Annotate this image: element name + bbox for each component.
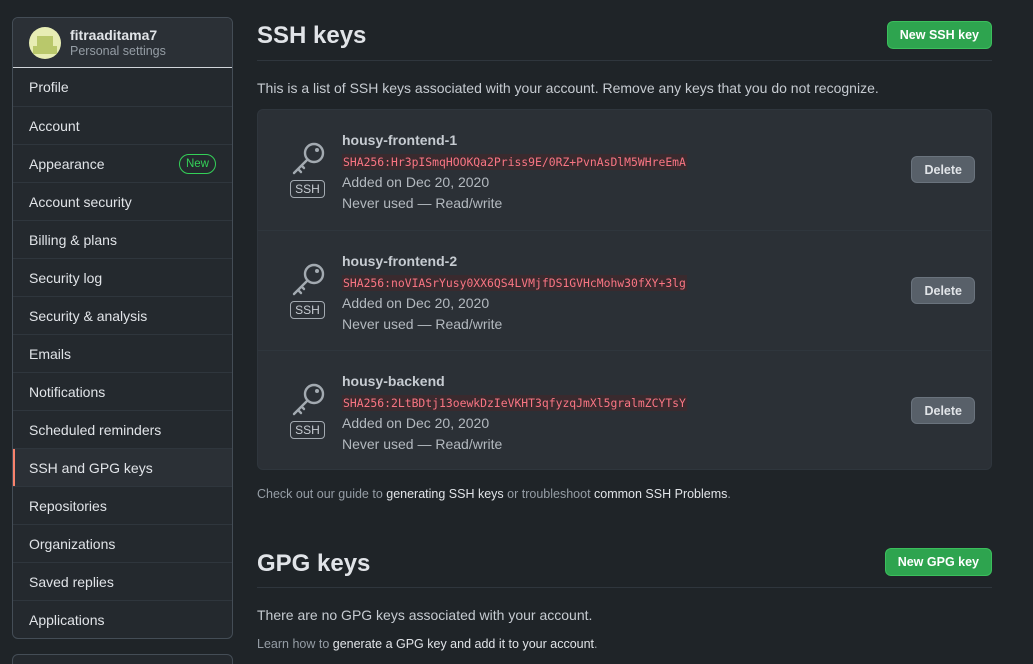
key-fingerprint: SHA256:Hr3pISmqHOOKQa2Priss9E/0RZ+PvnAsD…	[342, 154, 687, 170]
delete-key-button[interactable]: Delete	[911, 277, 975, 304]
key-added-date: Added on Dec 20, 2020	[342, 415, 490, 431]
ssh-key-row: SSH housy-backend SHA256:2LtBDtj13oewkDz…	[258, 350, 991, 470]
sidebar-item-label: Emails	[29, 345, 72, 362]
sidebar-item-security-log[interactable]: Security log	[13, 258, 232, 296]
ssh-key-row: SSH housy-frontend-2 SHA256:noVIASrYusy0…	[258, 230, 991, 350]
gpg-empty-message: There are no GPG keys associated with yo…	[257, 607, 593, 623]
key-name: housy-backend	[342, 373, 445, 389]
profile-subtitle: Personal settings	[70, 43, 166, 58]
sidebar-item-label: Account security	[29, 193, 132, 210]
key-fingerprint: SHA256:noVIASrYusy0XX6QS4LVMjfDS1GVHcMoh…	[342, 275, 687, 291]
sidebar-item-label: Appearance	[29, 155, 105, 172]
key-name: housy-frontend-1	[342, 132, 458, 148]
gpg-keys-title: GPG keys	[257, 550, 371, 577]
sidebar-item-label: SSH and GPG keys	[29, 459, 153, 476]
new-badge: New	[178, 154, 216, 174]
sidebar-item-repositories[interactable]: Repositories	[13, 486, 232, 524]
sidebar-item-label: Security log	[29, 269, 103, 286]
sidebar-item-label: Saved replies	[29, 573, 114, 590]
profile-header[interactable]: fitraaditama7 Personal settings	[13, 18, 232, 68]
sidebar-item-scheduled-reminders[interactable]: Scheduled reminders	[13, 410, 232, 448]
key-added-date: Added on Dec 20, 2020	[342, 174, 490, 190]
key-added-date: Added on Dec 20, 2020	[342, 295, 490, 311]
new-ssh-key-button[interactable]: New SSH key	[886, 21, 992, 49]
ssh-help-text: Check out our guide to generating SSH ke…	[257, 487, 731, 501]
ssh-help-prefix: Check out our guide to	[257, 487, 387, 501]
settings-sidebar: fitraaditama7 Personal settings Profile …	[12, 17, 233, 639]
common-ssh-problems-link[interactable]: common SSH Problems	[594, 487, 727, 501]
sidebar-item-label: Applications	[29, 611, 105, 628]
sidebar-item-label: Security & analysis	[29, 307, 148, 324]
sidebar-item-billing[interactable]: Billing & plans	[13, 220, 232, 258]
ssh-intro-text: This is a list of SSH keys associated wi…	[257, 80, 879, 96]
key-icon	[292, 142, 325, 175]
key-fingerprint: SHA256:2LtBDtj13oewkDzIeVKHT3qfyzqJmXl5g…	[342, 395, 687, 411]
ssh-keys-title: SSH keys	[257, 22, 367, 49]
sidebar-item-label: Notifications	[29, 383, 106, 400]
key-icon	[292, 263, 325, 296]
sidebar-item-label: Account	[29, 117, 80, 134]
sidebar-item-profile[interactable]: Profile	[13, 68, 232, 106]
generating-ssh-keys-link[interactable]: generating SSH keys	[386, 487, 503, 501]
settings-page: fitraaditama7 Personal settings Profile …	[0, 0, 1033, 664]
ssh-section-header: SSH keys New SSH key	[257, 17, 992, 61]
sidebar-item-account[interactable]: Account	[13, 106, 232, 144]
sidebar-item-label: Scheduled reminders	[29, 421, 162, 438]
ssh-keys-list: SSH housy-frontend-1 SHA256:Hr3pISmqHOOK…	[257, 109, 992, 470]
avatar[interactable]	[29, 26, 61, 59]
sidebar-item-label: Profile	[29, 79, 69, 95]
sidebar-item-security-analysis[interactable]: Security & analysis	[13, 296, 232, 334]
sidebar-item-notifications[interactable]: Notifications	[13, 372, 232, 410]
sidebar-item-applications[interactable]: Applications	[13, 600, 232, 638]
sidebar-item-organizations[interactable]: Organizations	[13, 524, 232, 562]
sidebar-item-saved-replies[interactable]: Saved replies	[13, 562, 232, 600]
sidebar-item-account-security[interactable]: Account security	[13, 182, 232, 220]
sidebar-item-label: Organizations	[29, 535, 116, 552]
sidebar-item-appearance[interactable]: Appearance New	[13, 144, 232, 182]
generate-gpg-key-link[interactable]: generate a GPG key and add it to your ac…	[333, 637, 594, 651]
sidebar-item-ssh-gpg-keys[interactable]: SSH and GPG keys	[13, 448, 232, 486]
key-usage: Never used — Read/write	[342, 316, 503, 332]
sidebar-item-label: Repositories	[29, 497, 107, 514]
sidebar-item-emails[interactable]: Emails	[13, 334, 232, 372]
gpg-help-text: Learn how to generate a GPG key and add …	[257, 637, 598, 651]
ssh-key-row: SSH housy-frontend-1 SHA256:Hr3pISmqHOOK…	[258, 110, 991, 230]
delete-key-button[interactable]: Delete	[911, 397, 975, 424]
key-usage: Never used — Read/write	[342, 436, 503, 452]
key-name: housy-frontend-2	[342, 253, 458, 269]
key-icon	[292, 383, 325, 416]
ssh-help-suffix: .	[727, 487, 731, 501]
ssh-help-middle: or troubleshoot	[503, 487, 595, 501]
ssh-badge: SSH	[290, 180, 325, 198]
ssh-badge: SSH	[290, 301, 325, 319]
ssh-badge: SSH	[290, 421, 325, 439]
delete-key-button[interactable]: Delete	[911, 156, 975, 183]
new-gpg-key-button[interactable]: New GPG key	[884, 548, 992, 576]
gpg-help-prefix: Learn how to	[257, 637, 333, 651]
gpg-help-suffix: .	[594, 637, 598, 651]
sidebar-item-label: Billing & plans	[29, 231, 117, 248]
key-usage: Never used — Read/write	[342, 195, 503, 211]
profile-username[interactable]: fitraaditama7	[70, 27, 166, 43]
gpg-section-header: GPG keys New GPG key	[257, 544, 992, 588]
sidebar-secondary-panel	[12, 654, 233, 664]
